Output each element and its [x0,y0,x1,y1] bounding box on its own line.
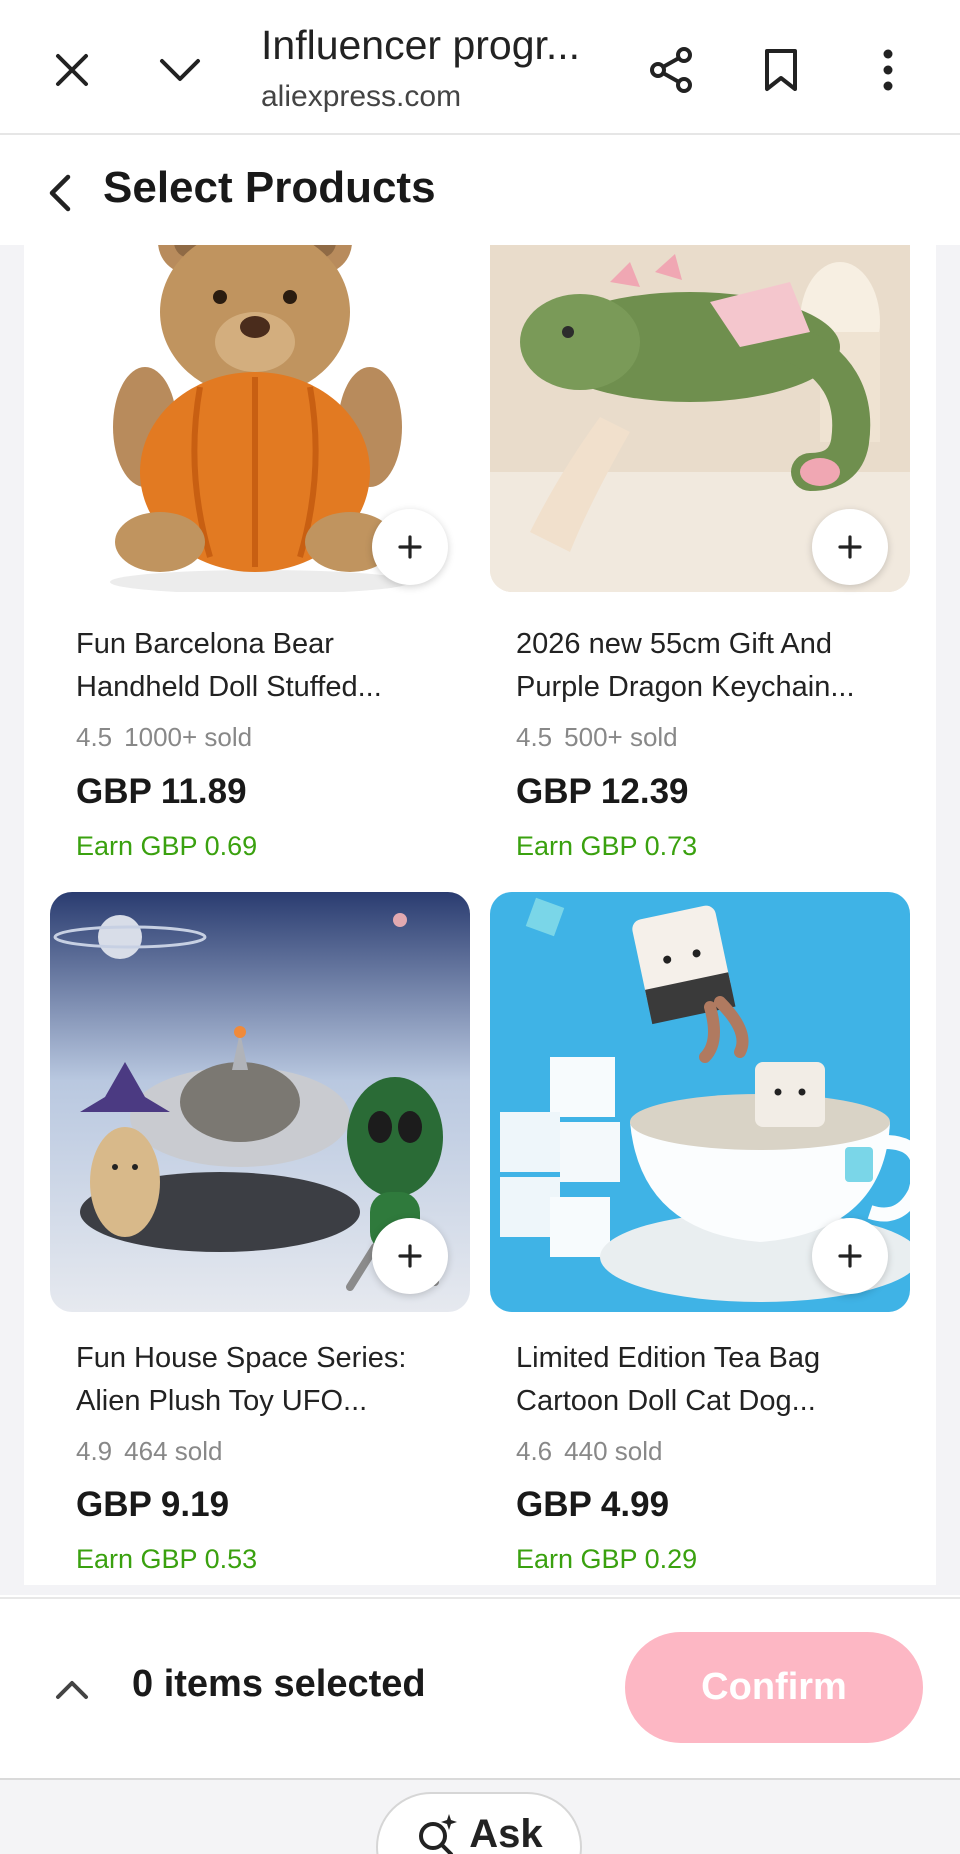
more-vertical-icon[interactable] [852,34,924,106]
product-title-line: Alien Plush Toy UFO... [76,1385,368,1417]
bookmark-icon[interactable] [745,34,817,106]
chevron-down-icon[interactable] [144,34,216,106]
product-rating: 4.5 [516,722,553,752]
ask-button[interactable]: Ask [376,1792,582,1854]
add-product-button[interactable] [372,509,448,585]
share-icon[interactable] [636,34,708,106]
product-price: GBP 9.19 [76,1485,230,1524]
product-price: GBP 11.89 [76,772,247,811]
product-sold-count: 464 sold [124,1436,223,1466]
product-meta: 4.6 440 sold [516,1436,674,1467]
product-title-line: Fun Barcelona Bear [76,628,334,660]
selection-bar: 0 items selected Confirm [0,1597,960,1780]
add-product-button[interactable] [812,1218,888,1294]
product-title-line: Handheld Doll Stuffed... [76,671,382,703]
page-domain: aliexpress.com [261,80,462,113]
product-price: GBP 12.39 [516,772,689,811]
product-sold-count: 440 sold [564,1436,663,1466]
close-icon[interactable] [36,34,108,106]
ask-strip: Ask [0,1778,960,1854]
ai-search-icon [415,1812,459,1854]
product-title[interactable]: Fun Barcelona Bear Handheld Doll Stuffed… [76,623,456,709]
product-commission: Earn GBP 0.73 [516,831,698,861]
confirm-button[interactable]: Confirm [625,1632,923,1743]
browser-toolbar: Influencer progr... aliexpress.com [0,0,960,135]
product-title[interactable]: 2026 new 55cm Gift And Purple Dragon Key… [516,623,896,709]
product-price: GBP 4.99 [516,1485,670,1524]
add-product-button[interactable] [372,1218,448,1294]
back-arrow-icon[interactable] [32,165,88,221]
product-rating: 4.6 [516,1436,553,1466]
product-title[interactable]: Fun House Space Series: Alien Plush Toy … [76,1337,456,1423]
product-title-line: Cartoon Doll Cat Dog... [516,1385,816,1417]
product-sold-count: 1000+ sold [124,722,253,752]
product-meta: 4.5 500+ sold [516,722,690,753]
ask-label: Ask [469,1812,543,1854]
product-title-line: Fun House Space Series: [76,1342,407,1374]
page-header: Select Products [0,135,960,245]
product-rating: 4.9 [76,1436,113,1466]
product-commission: Earn GBP 0.69 [76,831,258,861]
product-commission: Earn GBP 0.53 [76,1544,258,1574]
product-title-line: Purple Dragon Keychain... [516,671,855,703]
product-commission: Earn GBP 0.29 [516,1544,698,1574]
product-title[interactable]: Limited Edition Tea Bag Cartoon Doll Cat… [516,1337,896,1423]
product-title-line: Limited Edition Tea Bag [516,1342,821,1374]
product-list-scroll[interactable]: Fun Barcelona Bear Handheld Doll Stuffed… [0,245,960,1595]
page-title: Select Products [103,163,436,212]
chevron-up-icon[interactable] [48,1665,96,1713]
product-sold-count: 500+ sold [564,722,678,752]
product-meta: 4.9 464 sold [76,1436,234,1467]
add-product-button[interactable] [812,509,888,585]
product-rating: 4.5 [76,722,113,752]
product-meta: 4.5 1000+ sold [76,722,264,753]
product-grid: Fun Barcelona Bear Handheld Doll Stuffed… [24,245,936,1585]
selected-count[interactable]: 0 items selected [132,1663,426,1706]
page-tab-title: Influencer progr... [261,22,581,68]
product-title-line: 2026 new 55cm Gift And [516,628,832,660]
